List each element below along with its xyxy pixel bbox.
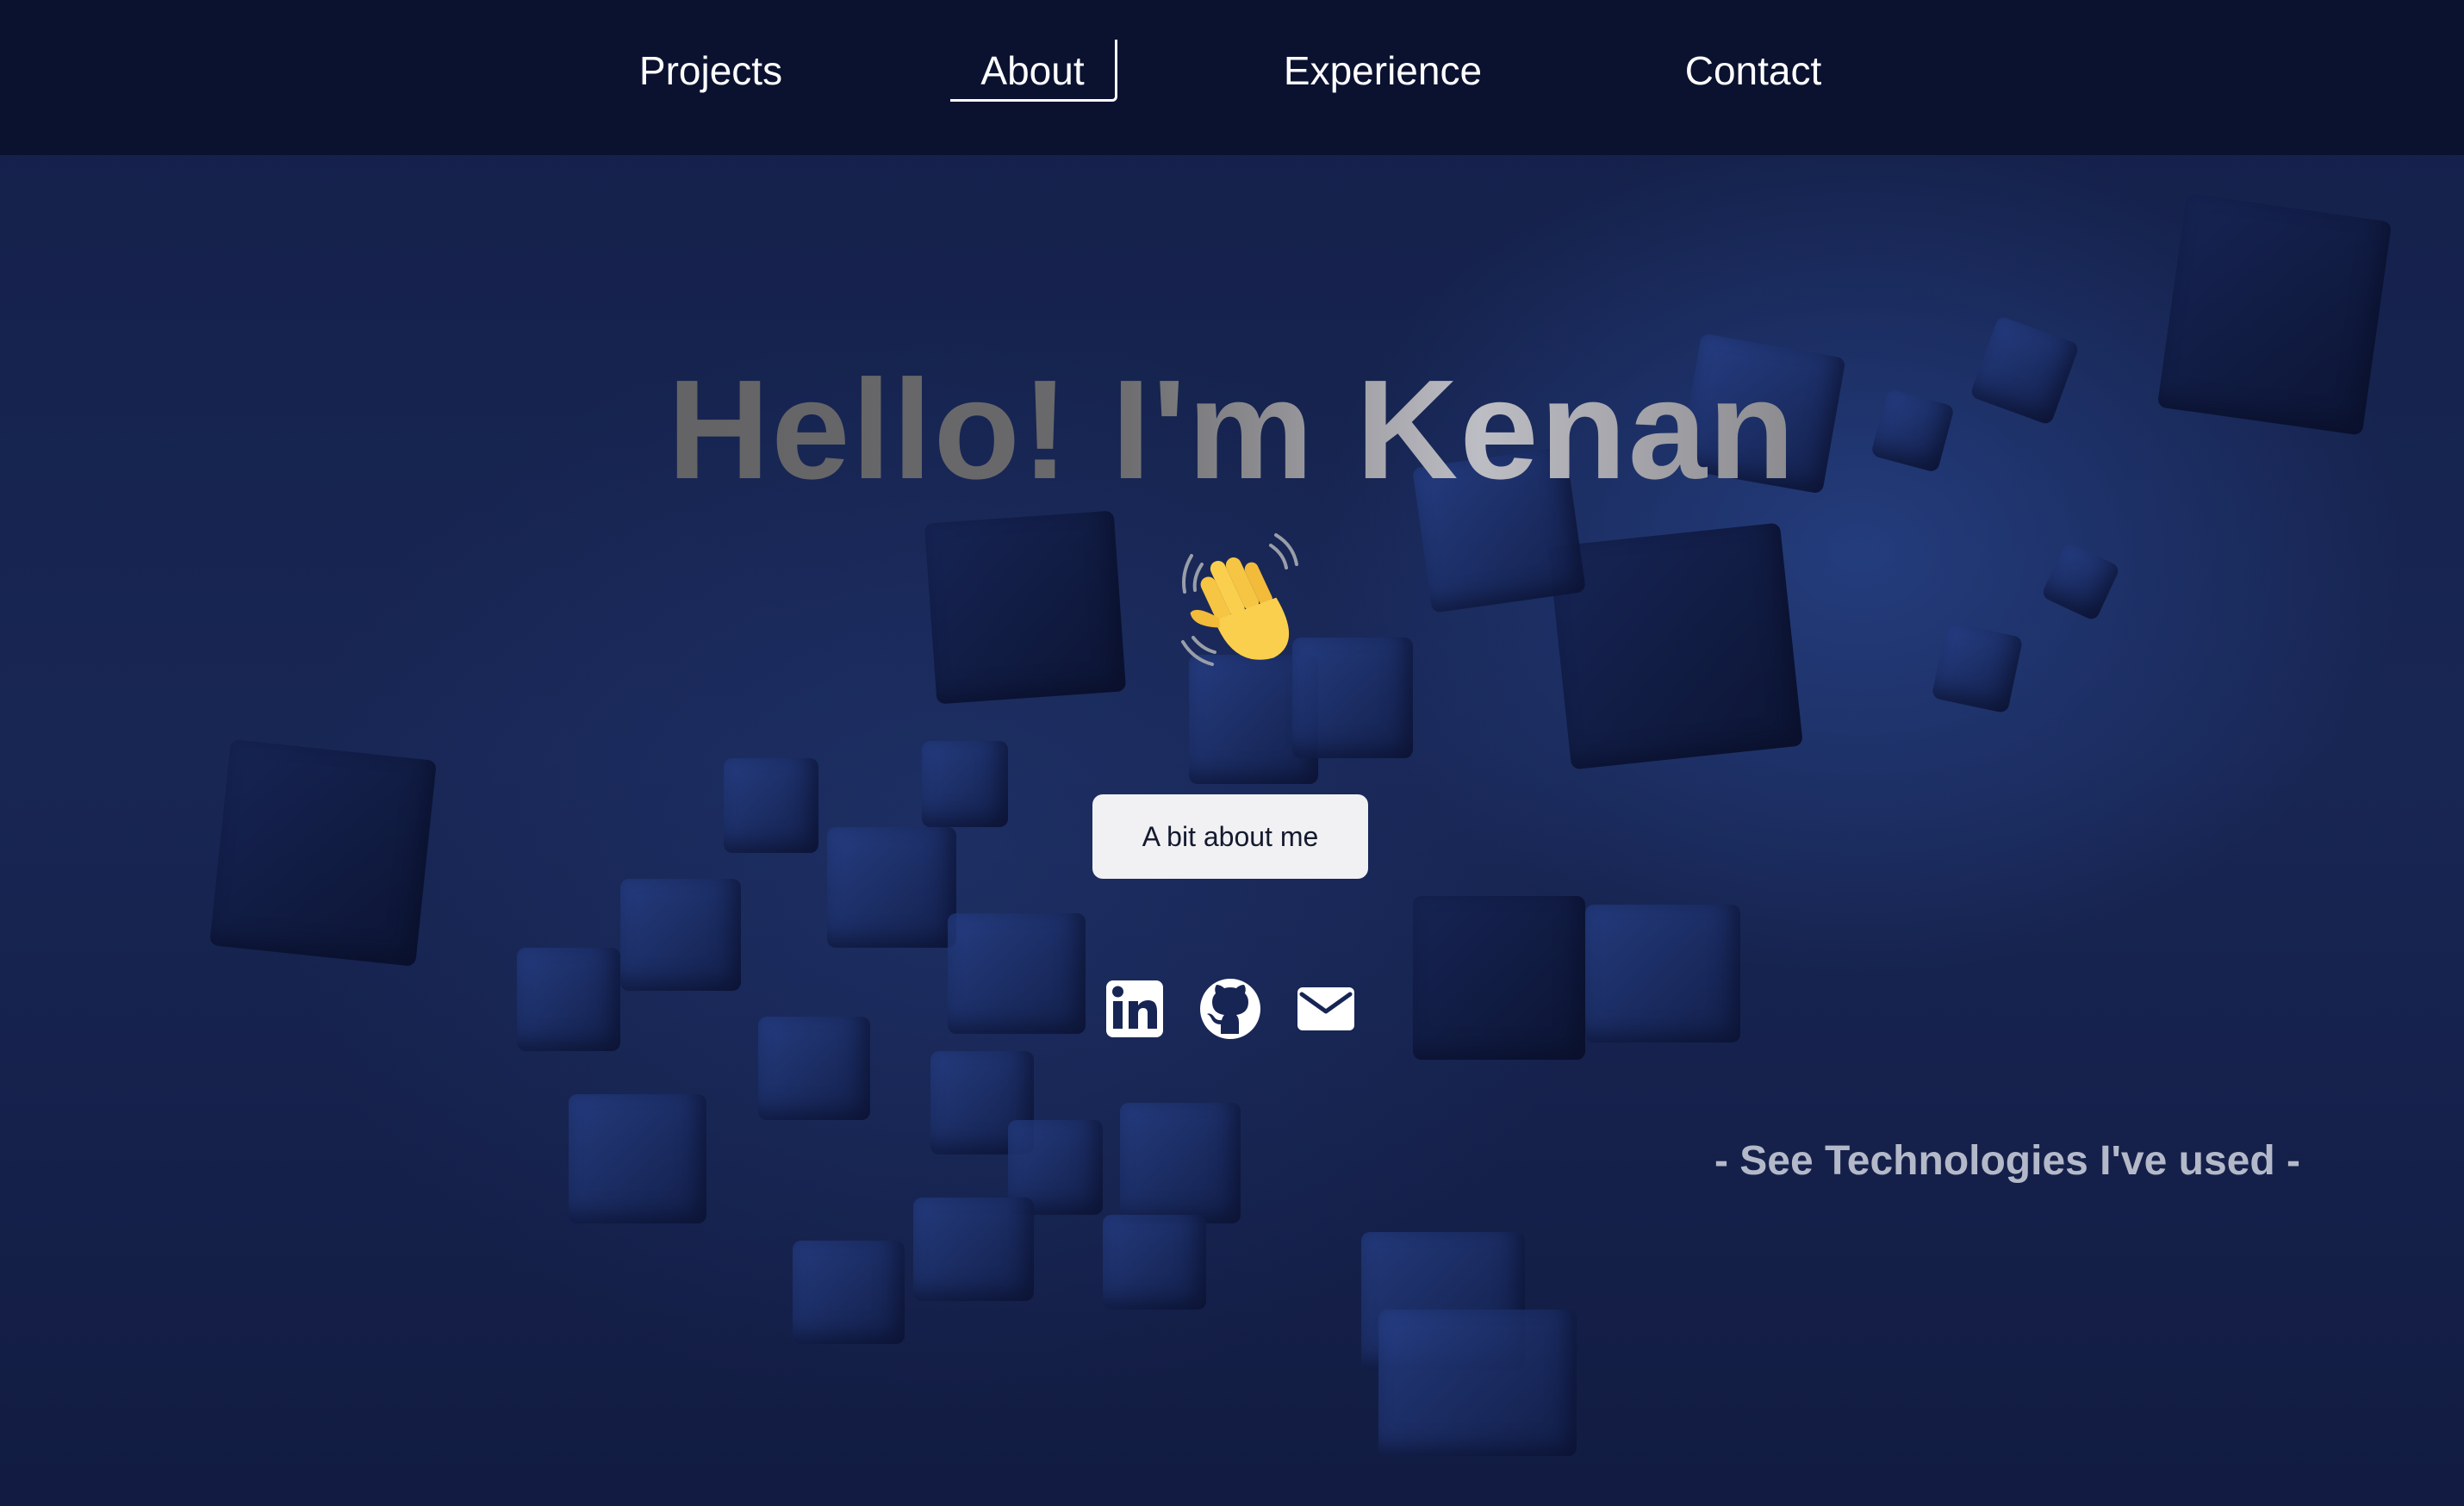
background-cube xyxy=(1103,1215,1206,1310)
background-cube xyxy=(1120,1103,1241,1223)
background-cube xyxy=(620,879,741,991)
background-cube xyxy=(1378,1310,1577,1456)
nav-projects[interactable]: Projects xyxy=(603,40,818,102)
background-cube xyxy=(948,913,1086,1034)
background-cube xyxy=(827,827,956,948)
background-cube xyxy=(2040,541,2121,622)
hero-background xyxy=(0,0,2464,1506)
waving-hand-icon xyxy=(1181,533,1298,666)
background-cube xyxy=(1292,638,1413,758)
background-cube xyxy=(1413,896,1585,1060)
background-cube xyxy=(1931,621,2024,714)
linkedin-icon[interactable] xyxy=(1103,977,1167,1041)
background-cube xyxy=(517,948,620,1051)
github-icon[interactable] xyxy=(1198,977,1262,1041)
background-cube xyxy=(922,741,1008,827)
see-technologies-link[interactable]: - See Technologies I've used - xyxy=(1706,1137,2309,1185)
top-navbar: Projects About Experience Contact xyxy=(0,0,2464,155)
nav-contact[interactable]: Contact xyxy=(1654,40,1852,102)
background-cube xyxy=(569,1094,706,1223)
nav-experience[interactable]: Experience xyxy=(1249,40,1516,102)
mail-icon[interactable] xyxy=(1294,977,1358,1041)
about-me-button[interactable]: A bit about me xyxy=(1092,794,1368,879)
background-cube xyxy=(924,510,1127,705)
background-cube xyxy=(793,1241,905,1344)
background-cube xyxy=(913,1198,1034,1301)
background-cube xyxy=(758,1017,870,1120)
hero-title: Hello! I'm Kenan xyxy=(0,349,2464,511)
background-cube xyxy=(724,758,818,853)
background-cube xyxy=(1585,905,1740,1042)
nav-about[interactable]: About xyxy=(950,40,1117,102)
background-cube xyxy=(209,739,437,967)
background-cube xyxy=(1548,522,1803,770)
